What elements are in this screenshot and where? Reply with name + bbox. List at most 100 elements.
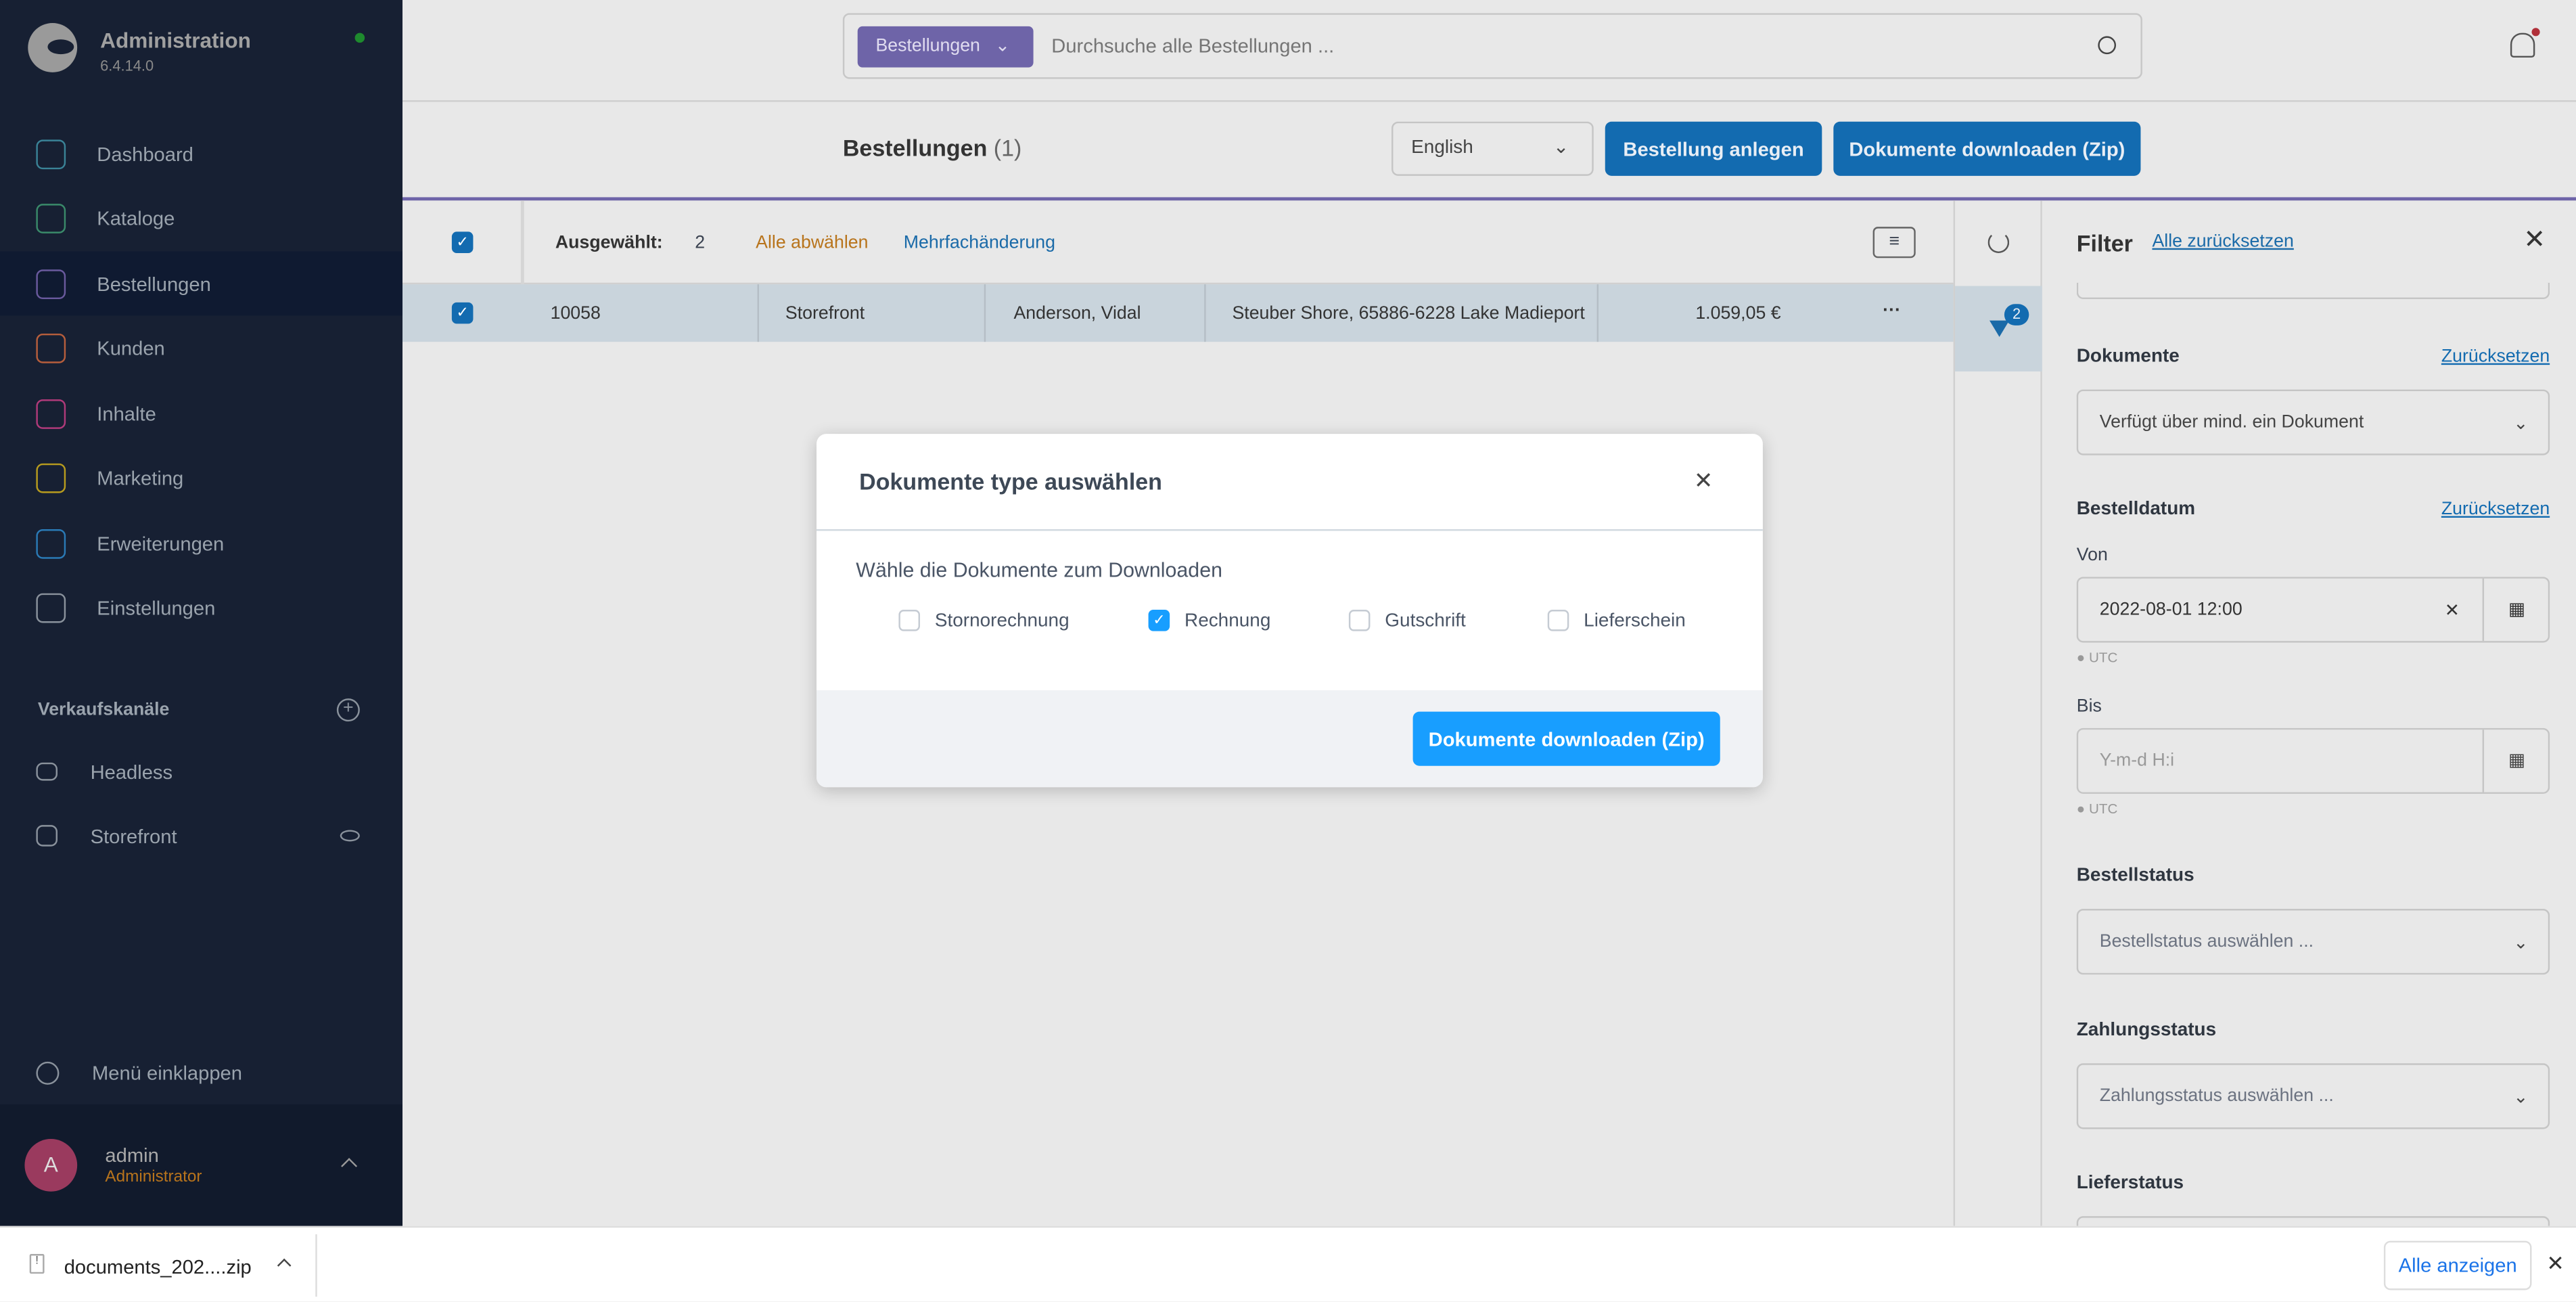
to-date-input[interactable]: Y-m-d H:i ▦ xyxy=(2076,727,2550,794)
document-type-option[interactable]: Gutschrift xyxy=(1348,610,1466,631)
create-order-button[interactable]: Bestellung anlegen xyxy=(1605,121,1822,176)
from-label: Von xyxy=(2076,545,2108,566)
column-settings-button[interactable]: ≡ xyxy=(1872,227,1916,259)
document-type-option[interactable]: Lieferschein xyxy=(1547,610,1686,631)
sales-channels-title: Verkaufskanäle xyxy=(37,700,170,720)
download-documents-button[interactable]: Dokumente downloaden (Zip) xyxy=(1833,121,2141,176)
user-menu[interactable]: A admin Administrator xyxy=(0,1104,403,1226)
bell-icon[interactable] xyxy=(2510,28,2540,58)
checkbox[interactable] xyxy=(898,610,921,631)
sidebar-item-label: Erweiterungen xyxy=(97,531,225,555)
to-label: Bis xyxy=(2076,696,2102,717)
payment-status-label: Zahlungsstatus xyxy=(2076,1020,2217,1041)
gauge-icon xyxy=(36,139,66,169)
chevron-down-icon: ⌄ xyxy=(2513,413,2529,433)
reset-all-link[interactable]: Alle zurücksetzen xyxy=(2152,231,2293,251)
gear-icon xyxy=(36,593,66,623)
checkbox[interactable]: ✓ xyxy=(1148,610,1170,631)
documents-select[interactable]: Verfügt über mind. ein Dokument ⌄ xyxy=(2076,389,2550,455)
search-type-select[interactable]: Bestellungen ⌄ xyxy=(857,26,1034,68)
app-version: 6.4.14.0 xyxy=(100,58,154,74)
download-bar: ! documents_202....zip Alle anzeigen ✕ xyxy=(0,1226,2576,1302)
close-download-bar-icon[interactable]: ✕ xyxy=(2546,1251,2564,1277)
sidebar-tools: 2 xyxy=(1953,200,2042,1226)
date-reset-link[interactable]: Zurücksetzen xyxy=(2441,499,2550,519)
table-row[interactable]: ✓ 10058 Storefront Anderson, Vidal Steub… xyxy=(402,284,1954,342)
calendar-icon[interactable]: ▦ xyxy=(2482,578,2550,642)
filter-panel: Filter Alle zurücksetzen ✕ Dokumente Zur… xyxy=(2044,200,2576,1226)
documents-reset-link[interactable]: Zurücksetzen xyxy=(2441,346,2550,366)
calendar-icon[interactable]: ▦ xyxy=(2482,729,2550,792)
refresh-icon[interactable] xyxy=(1987,231,2010,254)
app-title: Administration xyxy=(100,28,251,53)
sidebar-item-kataloge[interactable]: Kataloge xyxy=(0,187,402,251)
filter-tab[interactable]: 2 xyxy=(1955,286,2042,372)
modal-close-button[interactable]: ✕ xyxy=(1694,467,1713,495)
sidebar-item-erweiterungen[interactable]: Erweiterungen xyxy=(0,511,402,575)
sales-channel-storefront[interactable]: Storefront xyxy=(0,804,402,868)
plug-icon xyxy=(36,528,66,558)
checkbox[interactable] xyxy=(1547,610,1569,631)
payment-status-select[interactable]: Zahlungsstatus auswählen ... ⌄ xyxy=(2076,1063,2550,1129)
language-select[interactable]: English ⌄ xyxy=(1392,121,1594,176)
select-all-checkbox[interactable]: ✓ xyxy=(451,231,474,254)
top-bar: Bestellungen ⌄ xyxy=(402,0,2576,102)
sidebar-item-label: Inhalte xyxy=(97,401,156,425)
sidebar-item-label: Bestellungen xyxy=(97,271,211,295)
filter-title: Filter xyxy=(2076,230,2133,256)
chevron-down-icon: ⌄ xyxy=(2513,1087,2529,1107)
documents-label: Dokumente xyxy=(2076,346,2180,367)
storefront-icon xyxy=(36,825,58,847)
address-cell: Steuber Shore, 65886-6228 Lake Madieport xyxy=(1232,304,1585,324)
row-checkbox[interactable]: ✓ xyxy=(451,302,474,324)
add-sales-channel-button[interactable]: + xyxy=(336,698,360,722)
download-file-name[interactable]: documents_202....zip xyxy=(64,1255,252,1278)
bulk-edit-link[interactable]: Mehrfachänderung xyxy=(904,233,1055,253)
sidebar-item-dashboard[interactable]: Dashboard xyxy=(0,122,402,186)
clear-icon[interactable]: ✕ xyxy=(2445,599,2460,621)
document-type-option[interactable]: ✓ Rechnung xyxy=(1148,610,1270,631)
sidebar-item-einstellungen[interactable]: Einstellungen xyxy=(0,576,402,640)
user-name: admin xyxy=(105,1144,159,1167)
close-icon[interactable]: ✕ xyxy=(2523,223,2546,256)
search-input[interactable] xyxy=(1051,29,2038,63)
order-status-select[interactable]: Bestellstatus auswählen ... ⌄ xyxy=(2076,909,2550,975)
sales-channel-cell: Storefront xyxy=(785,304,865,324)
order-status-label: Bestellstatus xyxy=(2076,866,2194,886)
delivery-status-select[interactable] xyxy=(2076,1216,2550,1226)
sidebar-item-kunden[interactable]: Kunden xyxy=(0,317,402,381)
checkbox[interactable] xyxy=(1348,610,1371,631)
modal-intro: Wähle die Dokumente zum Downloaden xyxy=(856,558,1222,582)
status-dot xyxy=(354,32,365,43)
sidebar: Administration 6.4.14.0 Dashboard Katalog… xyxy=(0,0,403,1226)
sales-channel-headless[interactable]: Headless xyxy=(0,740,402,804)
selected-count: 2 xyxy=(695,233,706,254)
deselect-all-link[interactable]: Alle abwählen xyxy=(756,233,868,253)
timezone-from: ● UTC xyxy=(2076,649,2118,666)
chevron-down-icon: ⌄ xyxy=(1552,138,1569,158)
amount-cell: 1.059,05 € xyxy=(1695,304,1781,324)
chevron-up-icon[interactable] xyxy=(277,1258,292,1273)
delivery-status-label: Lieferstatus xyxy=(2076,1173,2184,1194)
search-icon[interactable] xyxy=(2098,36,2117,55)
sidebar-item-marketing[interactable]: Marketing xyxy=(0,446,402,510)
shopping-bag-icon xyxy=(36,269,66,298)
sidebar-item-bestellungen[interactable]: Bestellungen xyxy=(0,251,403,316)
global-search[interactable]: Bestellungen ⌄ xyxy=(842,13,2142,79)
document-type-option[interactable]: Stornorechnung xyxy=(898,610,1070,631)
collapse-menu-button[interactable]: Menü einklappen xyxy=(0,1040,402,1104)
sidebar-item-label: Kataloge xyxy=(97,207,175,231)
chevron-down-icon: ⌄ xyxy=(2513,933,2529,953)
modal-download-button[interactable]: Dokumente downloaden (Zip) xyxy=(1412,711,1720,766)
sidebar-item-label: Einstellungen xyxy=(97,596,216,620)
sidebar-item-label: Dashboard xyxy=(97,142,193,166)
sidebar-item-inhalte[interactable]: Inhalte xyxy=(0,381,402,445)
customer-cell: Anderson, Vidal xyxy=(1013,304,1141,324)
order-number[interactable]: 10058 xyxy=(551,304,601,323)
show-all-downloads-button[interactable]: Alle anzeigen xyxy=(2383,1240,2532,1290)
row-actions-button[interactable]: ··· xyxy=(1883,300,1901,320)
megaphone-icon xyxy=(36,463,66,493)
eye-icon[interactable] xyxy=(340,830,360,842)
chevron-down-icon: ⌄ xyxy=(994,36,1011,56)
from-date-input[interactable]: 2022-08-01 12:00 ✕ ▦ xyxy=(2076,577,2550,643)
